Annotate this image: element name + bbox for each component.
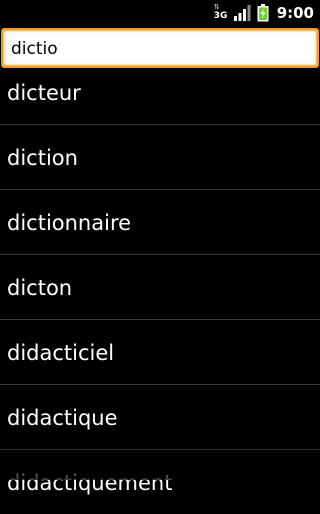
status-bar: ⇅ 3G 9:00 (0, 0, 320, 25)
list-item-label: diction (7, 146, 78, 170)
list-item-label: didacticiel (7, 341, 115, 365)
list-item[interactable]: dicteur (0, 60, 320, 125)
list-item[interactable]: didactiquement (0, 450, 320, 514)
data-activity-arrows: ⇅ (213, 3, 220, 11)
status-icons: ⇅ 3G 9:00 (213, 3, 314, 23)
3g-data-icon: ⇅ 3G (213, 3, 228, 22)
list-item-label: dicton (7, 276, 73, 300)
search-input[interactable] (11, 36, 311, 62)
battery-charging-icon (257, 4, 269, 22)
list-item[interactable]: didactique (0, 385, 320, 450)
clock: 9:00 (276, 4, 314, 22)
signal-strength-icon (233, 5, 251, 21)
network-type-label: 3G (213, 11, 228, 21)
list-item-label: didactique (7, 406, 118, 430)
list-item-label: dicteur (7, 81, 81, 105)
list-item[interactable]: didacticiel (0, 320, 320, 385)
list-item-label: didactiquement (7, 471, 173, 495)
list-item[interactable]: dictionnaire (0, 190, 320, 255)
list-item-label: dictionnaire (7, 211, 132, 235)
list-item[interactable]: diction (0, 125, 320, 190)
list-item[interactable]: dicton (0, 255, 320, 320)
results-list: dicteur diction dictionnaire dicton dida… (0, 60, 320, 514)
